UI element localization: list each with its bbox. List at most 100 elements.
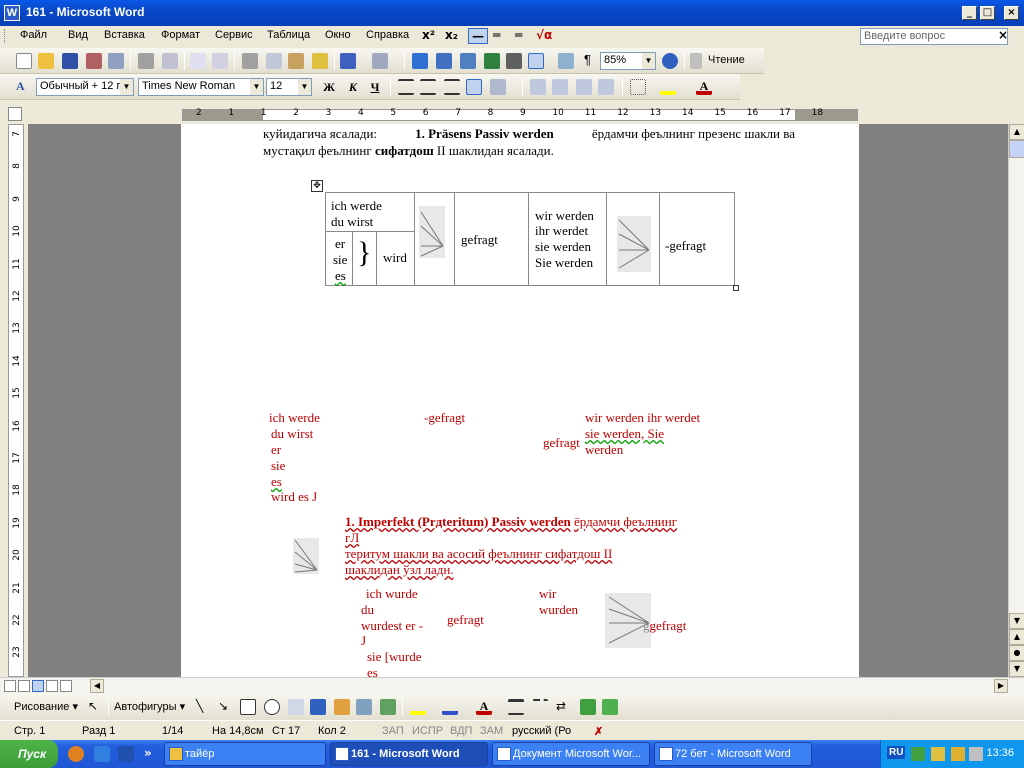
drawing-menu-button[interactable]: Рисование ▾ [14, 700, 78, 713]
drawing-icon[interactable] [528, 53, 544, 69]
diagram-icon[interactable] [334, 699, 350, 715]
browse-object-icon[interactable]: ● [1009, 645, 1024, 661]
arrow-style-icon[interactable]: ⇄ [556, 699, 572, 715]
font-color-icon[interactable]: A [476, 699, 492, 715]
scroll-down-icon[interactable]: ▼ [1009, 613, 1024, 629]
line-icon[interactable]: ╲ [196, 699, 212, 715]
new-document-icon[interactable] [16, 53, 32, 69]
reading-mode-button[interactable]: Чтение [708, 54, 745, 66]
show-formatting-icon[interactable]: ¶ [584, 52, 591, 67]
status-record[interactable]: ЗАП [382, 725, 404, 737]
reading-view-icon[interactable] [60, 680, 72, 692]
excel-sheet-icon[interactable] [484, 53, 500, 69]
line-color-icon[interactable] [442, 699, 458, 715]
rectangle-icon[interactable] [240, 699, 256, 715]
textbox-icon[interactable] [288, 699, 304, 715]
copy-icon[interactable] [266, 53, 282, 69]
bold-button[interactable]: Ж [320, 79, 338, 95]
superscript-icon[interactable]: x² [422, 28, 435, 42]
tables-borders-icon[interactable] [436, 53, 452, 69]
overline-icon[interactable]: — [468, 28, 488, 44]
zoom-select[interactable]: 85% ▼ [600, 52, 656, 70]
menu-table[interactable]: Таблица [267, 29, 310, 41]
spelling-icon[interactable] [190, 53, 206, 69]
vertical-scrollbar[interactable]: ▲ ▼ ▲ ● ▼ [1008, 124, 1024, 677]
open-folder-icon[interactable] [38, 53, 54, 69]
arrow-image[interactable] [419, 206, 445, 258]
line-spacing-icon[interactable] [490, 79, 506, 95]
styles-icon[interactable]: A [16, 79, 32, 95]
clipart-icon[interactable] [356, 699, 372, 715]
status-extend[interactable]: ВДП [450, 725, 472, 737]
format-painter-icon[interactable] [312, 53, 328, 69]
scroll-right-icon[interactable]: ▶ [994, 679, 1008, 693]
permission-icon[interactable] [86, 53, 102, 69]
maximize-button[interactable]: □ [980, 6, 995, 20]
volume-icon[interactable] [969, 747, 983, 761]
pen-icon[interactable] [931, 747, 945, 761]
align-left-icon[interactable] [398, 79, 414, 95]
align-center-icon[interactable] [420, 79, 436, 95]
font-size-select[interactable]: 12 ▼ [266, 78, 312, 96]
table-resize-handle[interactable] [733, 285, 739, 291]
firefox-icon[interactable] [68, 746, 84, 762]
horizontal-ruler[interactable]: 2 1 1 2 3 4 5 6 7 8 9 10 11 12 13 14 15 16 17 18 [0, 104, 1024, 124]
increase-indent-icon[interactable] [598, 79, 614, 95]
task-folder[interactable]: тайёр [164, 742, 326, 766]
equals-line-icon[interactable]: ═ [515, 28, 522, 42]
style-select[interactable]: Обычный + 12 г ▼ [36, 78, 134, 96]
underline-button[interactable]: Ч [366, 79, 384, 95]
menu-grip[interactable] [4, 29, 7, 43]
arrow-image[interactable] [293, 538, 319, 574]
status-track-changes[interactable]: ИСПР [412, 725, 443, 737]
columns-icon[interactable] [506, 53, 522, 69]
sqrt-icon[interactable]: √α [536, 28, 552, 42]
menu-view[interactable]: Вид [68, 29, 88, 41]
hyperlink-icon[interactable] [412, 53, 428, 69]
arrow-image[interactable] [617, 216, 651, 272]
cut-icon[interactable] [242, 53, 258, 69]
numbering-icon[interactable] [530, 79, 546, 95]
help-search-input[interactable]: Введите вопрос [860, 28, 1008, 45]
wordart-icon[interactable] [310, 699, 326, 715]
font-select[interactable]: Times New Roman ▼ [138, 78, 264, 96]
autoshapes-button[interactable]: Автофигуры ▾ [114, 700, 185, 713]
task-word-161[interactable]: 161 - Microsoft Word [330, 742, 488, 766]
align-right-icon[interactable] [444, 79, 460, 95]
shadow-icon[interactable] [580, 699, 596, 715]
spelling-status-icon[interactable]: ✗ [594, 725, 603, 738]
fill-color-icon[interactable] [410, 699, 426, 715]
web-view-icon[interactable] [18, 680, 30, 692]
menu-tools[interactable]: Сервис [215, 29, 253, 41]
insert-table-icon[interactable] [460, 53, 476, 69]
menu-file[interactable]: Файл [20, 29, 47, 41]
dash-style-icon[interactable] [532, 699, 548, 715]
select-pointer-icon[interactable]: ↖ [88, 699, 104, 715]
email-icon[interactable] [108, 53, 124, 69]
next-page-icon[interactable]: ▼ [1009, 661, 1024, 677]
oval-icon[interactable] [264, 699, 280, 715]
ie-icon[interactable] [94, 746, 110, 762]
menu-window[interactable]: Окно [325, 29, 351, 41]
print-preview-icon[interactable] [162, 53, 178, 69]
print-icon[interactable] [138, 53, 154, 69]
redo-icon[interactable] [372, 53, 388, 69]
start-button[interactable]: Пуск [0, 740, 58, 768]
borders-icon[interactable] [630, 79, 646, 95]
tab-selector[interactable] [8, 107, 22, 121]
quick-launch-more-icon[interactable]: » [144, 746, 152, 760]
bullets-icon[interactable] [552, 79, 568, 95]
justify-icon[interactable] [466, 79, 482, 95]
outline-view-icon[interactable] [46, 680, 58, 692]
vertical-ruler[interactable]: 7 8 9 10 11 12 13 14 15 16 17 18 19 20 21 22 23 [8, 124, 24, 677]
status-language[interactable]: русский (Ро [512, 725, 571, 737]
document-map-icon[interactable] [558, 53, 574, 69]
save-icon[interactable] [62, 53, 78, 69]
task-word-document[interactable]: Документ Microsoft Wor... [492, 742, 650, 766]
reading-icon[interactable] [690, 53, 702, 69]
font-color-icon[interactable]: A [696, 79, 712, 95]
word-app-icon[interactable]: W [4, 5, 20, 21]
menu-format[interactable]: Формат [161, 29, 200, 41]
subscript-icon[interactable]: x₂ [445, 28, 458, 42]
line-style-icon[interactable] [508, 699, 524, 715]
